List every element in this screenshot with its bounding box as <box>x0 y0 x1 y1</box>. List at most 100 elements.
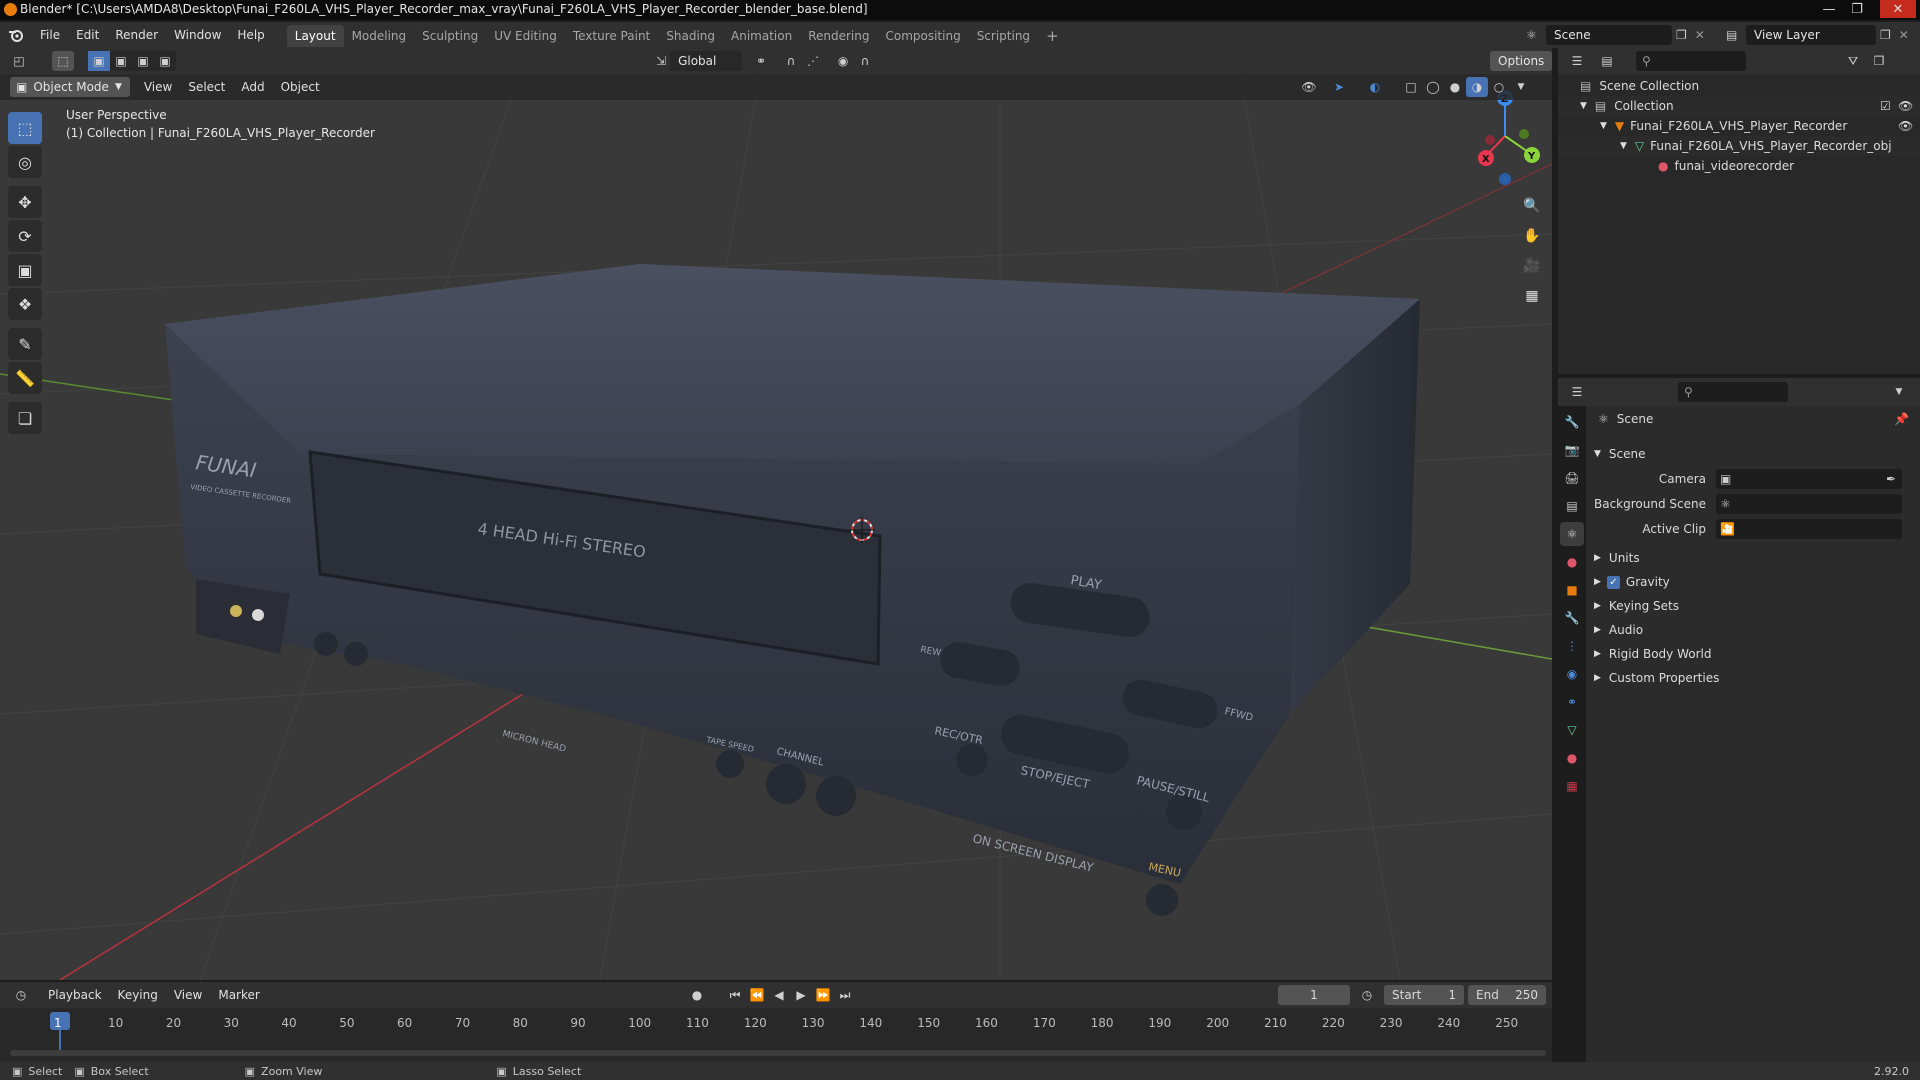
constraints-tab-icon[interactable]: ⚭ <box>1560 690 1584 714</box>
physics-tab-icon[interactable]: ◉ <box>1560 662 1584 686</box>
remove-view-layer-icon[interactable]: ✕ <box>1899 28 1909 42</box>
outliner-search-input[interactable]: ⚲ <box>1636 51 1746 71</box>
falloff-icon[interactable]: ∩ <box>854 51 876 71</box>
shading-options-icon[interactable]: ▼ <box>1510 77 1532 97</box>
scene-selector[interactable]: ⚛ Scene ❐ ✕ <box>1526 25 1705 45</box>
editor-type-icon[interactable]: ◰ <box>8 51 30 71</box>
options-dropdown[interactable]: Options <box>1490 51 1553 71</box>
tab-modeling[interactable]: Modeling <box>344 25 415 47</box>
transform-orientation[interactable]: ⇲ Global <box>656 51 743 71</box>
navigation-gizmo[interactable]: X Y Z <box>1478 90 1540 185</box>
visibility-eye-icon[interactable]: 👁 <box>1898 119 1913 133</box>
tab-compositing[interactable]: Compositing <box>877 25 968 47</box>
minimize-button[interactable]: — <box>1816 0 1842 18</box>
exclude-checkbox[interactable]: ☑ <box>1880 99 1891 113</box>
tab-texture-paint[interactable]: Texture Paint <box>565 25 658 47</box>
scene-tab-icon[interactable]: ⚛ <box>1560 522 1584 546</box>
solid-shading-icon[interactable]: ● <box>1444 77 1466 97</box>
outliner-row-collection[interactable]: ▼ ▤ Collection ☑ 👁 <box>1558 96 1920 116</box>
mode-extend-icon[interactable]: ▣ <box>110 51 132 71</box>
output-tab-icon[interactable]: 🖨 <box>1560 466 1584 490</box>
panel-audio[interactable]: ▶ Audio <box>1594 618 1643 642</box>
camera-field[interactable]: ▣ ✒ <box>1716 469 1902 489</box>
xray-toggle-icon[interactable]: □ <box>1400 77 1422 97</box>
timeline-scrollbar[interactable] <box>10 1050 1546 1056</box>
ortho-grid-icon[interactable]: ▦ <box>1518 282 1546 310</box>
panel-units[interactable]: ▶ Units <box>1594 546 1640 570</box>
properties-search-input[interactable]: ⚲ <box>1678 382 1788 402</box>
mode-subtract-icon[interactable]: ▣ <box>132 51 154 71</box>
tool-tab-icon[interactable]: 🔧 <box>1560 410 1584 434</box>
menu-window[interactable]: Window <box>166 22 229 48</box>
active-clip-field[interactable]: 🎦 <box>1716 519 1902 539</box>
menu-file[interactable]: File <box>32 22 68 48</box>
outliner-row-empty[interactable]: ▼ ▼ Funai_F260LA_VHS_Player_Recorder 👁 <box>1558 116 1920 136</box>
texture-tab-icon[interactable]: ▦ <box>1560 774 1584 798</box>
panel-keying-sets[interactable]: ▶ Keying Sets <box>1594 594 1679 618</box>
tab-layout[interactable]: Layout <box>286 25 344 47</box>
outliner-row-material[interactable]: ● funai_videorecorder <box>1558 156 1920 176</box>
material-tab-icon[interactable]: ● <box>1560 746 1584 770</box>
new-view-layer-icon[interactable]: ❐ <box>1880 28 1891 42</box>
add-cube-tool-icon[interactable]: ❏ <box>8 402 42 434</box>
panel-gravity[interactable]: ▶ ✓ Gravity <box>1594 570 1670 594</box>
object-mode-dropdown[interactable]: ▣ Object Mode ▼ <box>10 77 130 97</box>
close-window-button[interactable]: ✕ <box>1880 0 1916 18</box>
world-tab-icon[interactable]: ● <box>1560 550 1584 574</box>
modifier-tab-icon[interactable]: 🔧 <box>1560 606 1584 630</box>
outliner-row-mesh[interactable]: ▼ ▽ Funai_F260LA_VHS_Player_Recorder_obj <box>1558 136 1920 156</box>
visibility-eye-icon[interactable]: 👁 <box>1298 77 1320 97</box>
zoom-icon[interactable]: 🔍 <box>1518 192 1546 220</box>
new-scene-icon[interactable]: ❐ <box>1676 28 1687 42</box>
tab-animation[interactable]: Animation <box>723 25 800 47</box>
expand-arrow-icon[interactable]: ▼ <box>1580 101 1587 111</box>
panel-custom-properties[interactable]: ▶ Custom Properties <box>1594 666 1719 690</box>
outliner-editor-type-icon[interactable]: ☰ <box>1566 51 1588 71</box>
camera-view-icon[interactable]: 🎥 <box>1518 252 1546 280</box>
tab-uv-editing[interactable]: UV Editing <box>486 25 565 47</box>
gravity-checkbox[interactable]: ✓ <box>1606 575 1620 589</box>
tab-shading[interactable]: Shading <box>658 25 723 47</box>
scene-name-field[interactable]: Scene <box>1546 25 1672 45</box>
render-tab-icon[interactable]: 📷 <box>1560 438 1584 462</box>
gizmo-toggle-icon[interactable]: ➤ <box>1328 77 1350 97</box>
particles-tab-icon[interactable]: ⋮ <box>1560 634 1584 658</box>
pin-icon[interactable]: 📌 <box>1894 412 1909 426</box>
snap-target-icon[interactable]: ⋰ <box>802 51 824 71</box>
panel-rigid-body-world[interactable]: ▶ Rigid Body World <box>1594 642 1711 666</box>
tab-rendering[interactable]: Rendering <box>800 25 877 47</box>
expand-arrow-icon[interactable]: ▼ <box>1620 141 1627 151</box>
tab-scripting[interactable]: Scripting <box>969 25 1038 47</box>
properties-editor-type-icon[interactable]: ☰ <box>1566 382 1588 402</box>
view-layer-field[interactable]: View Layer <box>1746 25 1876 45</box>
add-workspace-button[interactable]: + <box>1038 25 1067 47</box>
orientation-dropdown[interactable]: Global <box>670 51 743 71</box>
new-collection-icon[interactable]: ❐ <box>1868 51 1890 71</box>
pivot-point-icon[interactable]: ⚭ <box>750 51 772 71</box>
outliner-row-scene-collection[interactable]: ▤ Scene Collection <box>1558 76 1920 96</box>
properties-options-icon[interactable]: ▼ <box>1888 382 1910 402</box>
viewport-menu-add[interactable]: Add <box>233 74 272 100</box>
remove-scene-icon[interactable]: ✕ <box>1695 28 1705 42</box>
viewport-menu-select[interactable]: Select <box>180 74 233 100</box>
expand-arrow-icon[interactable]: ▼ <box>1600 121 1607 131</box>
mode-intersect-icon[interactable]: ▣ <box>154 51 176 71</box>
object-tab-icon[interactable]: ■ <box>1560 578 1584 602</box>
transform-tool-icon[interactable]: ❖ <box>8 288 42 320</box>
material-shading-icon[interactable]: ◑ <box>1466 77 1488 97</box>
filter-icon[interactable]: ⛛ <box>1842 51 1864 71</box>
cursor-tool-icon[interactable]: ◎ <box>8 146 42 178</box>
proportional-edit-icon[interactable]: ◉ <box>832 51 854 71</box>
visibility-eye-icon[interactable]: 👁 <box>1898 99 1913 113</box>
tab-sculpting[interactable]: Sculpting <box>414 25 486 47</box>
viewport-menu-object[interactable]: Object <box>273 74 328 100</box>
viewport-menu-view[interactable]: View <box>136 74 180 100</box>
background-scene-field[interactable]: ⚛ <box>1716 494 1902 514</box>
scale-tool-icon[interactable]: ▣ <box>8 254 42 286</box>
annotate-tool-icon[interactable]: ✎ <box>8 328 42 360</box>
maximize-button[interactable]: ❐ <box>1844 0 1870 18</box>
menu-help[interactable]: Help <box>229 22 272 48</box>
select-box-tool-icon[interactable]: ⬚ <box>8 112 42 144</box>
scene-section-header[interactable]: ▼ Scene <box>1594 442 1646 466</box>
select-tool-icon[interactable]: ⬚ <box>52 51 74 71</box>
